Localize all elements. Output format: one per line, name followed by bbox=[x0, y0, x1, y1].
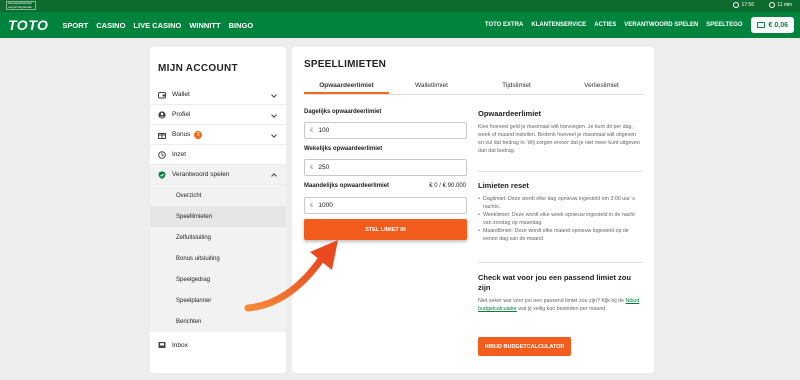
limits-panel: SPEELLIMIETEN Opwaardeerlimiet Walletlim… bbox=[292, 47, 654, 373]
nav-toto-extra[interactable]: TOTO EXTRA bbox=[485, 22, 523, 28]
monthly-limit-input[interactable]: € 1000 bbox=[304, 197, 467, 214]
gift-icon bbox=[158, 131, 166, 139]
info-limieten-reset: Limieten reset Daglimiet: Deze wordt elk… bbox=[478, 181, 643, 243]
subitem-speellimieten[interactable]: Speellimieten bbox=[150, 206, 286, 227]
reset-bullet: Weeklimiet: Deze wordt elke week opnieuw… bbox=[478, 211, 643, 227]
sidebar-item-label: Bonus bbox=[172, 131, 191, 138]
main-nav: TOTO SPORT CASINO LIVE CASINO WINNITT BI… bbox=[0, 12, 800, 38]
sidebar-item-wallet[interactable]: Wallet bbox=[150, 85, 286, 105]
chevron-down-icon bbox=[271, 91, 277, 98]
timer-icon bbox=[769, 2, 776, 8]
monthly-limit-value: 1000 bbox=[318, 202, 333, 209]
tab-verlieslimiet[interactable]: Verlieslimiet bbox=[559, 81, 644, 94]
nav-verantwoord-spelen[interactable]: VERANTWOORD SPELEN bbox=[624, 22, 698, 28]
top-bar: Kansspelautoriteit vergunninghouder 17:5… bbox=[0, 0, 800, 12]
chevron-up-icon bbox=[271, 173, 277, 179]
wallet-icon bbox=[158, 91, 166, 99]
sidebar-item-verantwoord-spelen[interactable]: Verantwoord spelen bbox=[150, 165, 286, 185]
info-text-part: wat jij veilig kan besteden per maand. bbox=[516, 306, 607, 312]
info-heading: Limieten reset bbox=[478, 181, 529, 190]
info-text-part: Niet zeker wat voor jou een passend limi… bbox=[478, 298, 626, 304]
bonus-count-badge: 5 bbox=[194, 130, 203, 139]
nav-bingo[interactable]: BINGO bbox=[229, 21, 254, 30]
info-nibud: Check wat voor jou een passend limiet zo… bbox=[478, 273, 643, 313]
inbox-icon bbox=[158, 341, 166, 349]
chevron-down-icon bbox=[271, 131, 277, 138]
info-heading: Opwaardeerlimiet bbox=[478, 109, 541, 118]
chevron-down-icon bbox=[271, 111, 277, 118]
info-text: Kies hoeveel geld je maximaal wilt toevo… bbox=[478, 124, 640, 154]
sidebar-item-profiel[interactable]: Profiel bbox=[150, 105, 286, 125]
sidebar-item-label: Wallet bbox=[172, 91, 190, 98]
currency-symbol: € bbox=[310, 127, 314, 134]
nav-live-casino[interactable]: LIVE CASINO bbox=[133, 21, 181, 30]
timer-value: 11 min bbox=[777, 2, 792, 8]
page-title: SPEELLIMIETEN bbox=[304, 59, 387, 70]
user-icon bbox=[158, 110, 166, 119]
account-sidebar: MIJN ACCOUNT Wallet Profiel Bonus 5 Inze… bbox=[150, 47, 286, 373]
weekly-limit-input[interactable]: € 250 bbox=[304, 159, 467, 176]
tab-tijdslimiet[interactable]: Tijdslimiet bbox=[474, 81, 559, 94]
divider bbox=[478, 262, 643, 263]
sidebar-item-bonus[interactable]: Bonus 5 bbox=[150, 125, 286, 145]
currency-symbol: € bbox=[310, 202, 314, 209]
nav-right: TOTO EXTRA KLANTENSERVICE ACTIES VERANTW… bbox=[485, 17, 794, 33]
subitem-overzicht[interactable]: Overzicht bbox=[150, 185, 286, 206]
nav-left: SPORT CASINO LIVE CASINO WINNITT BINGO bbox=[62, 21, 253, 30]
nav-casino[interactable]: CASINO bbox=[96, 21, 125, 30]
sidebar-item-label: Inzet bbox=[172, 151, 187, 158]
nav-speeltego[interactable]: SPEELTEGO bbox=[706, 22, 742, 28]
reset-bullet: Daglimiet: Deze wordt elke dag opnieuw i… bbox=[478, 195, 643, 211]
currency-symbol: € bbox=[310, 164, 314, 171]
wallet-button[interactable]: € 0,06 bbox=[750, 17, 794, 33]
info-heading: Check wat voor jou een passend limiet zo… bbox=[478, 273, 631, 292]
clock-icon bbox=[733, 2, 740, 8]
sidebar-item-inzet[interactable]: Inzet bbox=[150, 145, 286, 165]
session-timer: 11 min bbox=[769, 2, 792, 8]
tab-walletlimiet[interactable]: Walletlimiet bbox=[389, 81, 474, 94]
info-opwaardeerlimiet: Opwaardeerlimiet Kies hoeveel geld je ma… bbox=[478, 109, 643, 155]
regulator-logo: Kansspelautoriteit vergunninghouder bbox=[6, 1, 36, 10]
nav-acties[interactable]: ACTIES bbox=[594, 22, 616, 28]
toto-logo[interactable]: TOTO bbox=[8, 17, 48, 33]
reset-bullet: Maandlimiet: Deze wordt elke maand opnie… bbox=[478, 227, 643, 243]
daily-limit-value: 100 bbox=[318, 127, 330, 134]
wallet-balance: € 0,06 bbox=[768, 21, 788, 29]
clock: 17:56 bbox=[733, 2, 754, 8]
nav-winnitt[interactable]: WINNITT bbox=[189, 21, 220, 30]
divider bbox=[478, 171, 643, 172]
monthly-limit-usage: € 0 / € 90.000 bbox=[429, 183, 466, 189]
weekly-limit-label: Wekelijks opwaardeerlimiet bbox=[304, 146, 383, 152]
sidebar-item-label: Profiel bbox=[172, 111, 191, 118]
nibud-calculator-button[interactable]: NIBUD BUDGETCALCULATOR bbox=[478, 337, 571, 356]
daily-limit-label: Dagelijks opwaardeerlimiet bbox=[304, 109, 382, 115]
info-text: Niet zeker wat voor jou een passend limi… bbox=[478, 297, 643, 313]
sidebar-item-label: Verantwoord spelen bbox=[172, 171, 230, 178]
pointer-arrow-icon bbox=[244, 240, 338, 312]
wallet-icon bbox=[756, 22, 765, 28]
nav-sport[interactable]: SPORT bbox=[62, 21, 88, 30]
sidebar-title: MIJN ACCOUNT bbox=[158, 63, 238, 74]
weekly-limit-value: 250 bbox=[318, 164, 330, 171]
monthly-limit-label: Maandelijks opwaardeerlimiet bbox=[304, 183, 390, 189]
sidebar-item-inbox[interactable]: Inbox bbox=[150, 335, 286, 355]
sidebar-item-label: Inbox bbox=[172, 341, 188, 349]
nav-klantenservice[interactable]: KLANTENSERVICE bbox=[531, 22, 586, 28]
daily-limit-input[interactable]: € 100 bbox=[304, 122, 467, 139]
tab-opwaardeerlimiet[interactable]: Opwaardeerlimiet bbox=[304, 81, 389, 94]
shield-check-icon bbox=[158, 170, 166, 179]
history-icon bbox=[158, 150, 166, 159]
limit-tabs: Opwaardeerlimiet Walletlimiet Tijdslimie… bbox=[304, 81, 644, 95]
clock-time: 17:56 bbox=[741, 2, 754, 8]
